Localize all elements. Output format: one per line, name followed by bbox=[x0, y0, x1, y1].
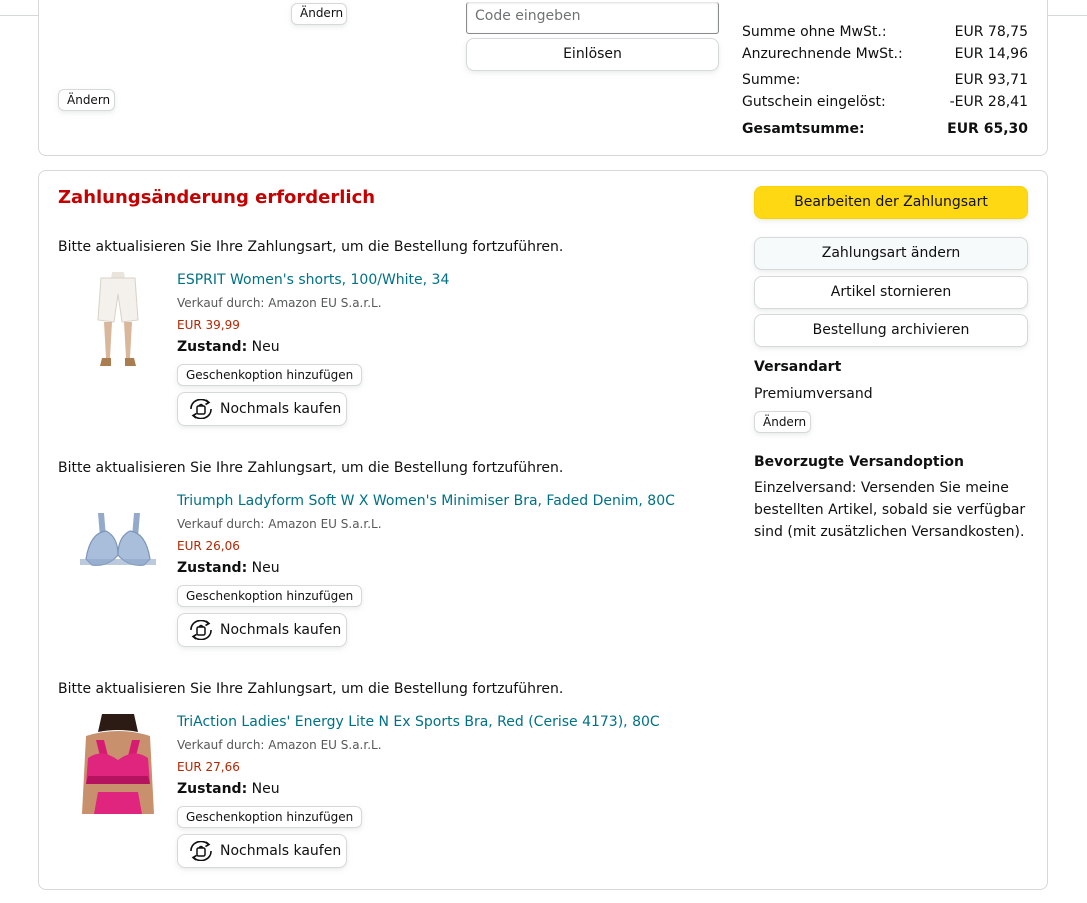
buy-again-label: Nochmals kaufen bbox=[220, 622, 342, 638]
summary-label: Anzurechnende MwSt.: bbox=[742, 46, 903, 62]
product-title-link[interactable]: ESPRIT Women's shorts, 100/White, 34 bbox=[177, 272, 449, 288]
prior-change-button[interactable]: Ändern bbox=[291, 3, 347, 25]
condition: Zustand: Neu bbox=[177, 781, 280, 797]
condition-value: Neu bbox=[251, 339, 280, 355]
summary-row-voucher: Gutschein eingelöst: -EUR 28,41 bbox=[742, 94, 1028, 110]
summary-row-net: Summe ohne MwSt.: EUR 78,75 bbox=[742, 24, 1028, 40]
shorts-product-image[interactable] bbox=[68, 272, 168, 372]
shipping-method-value: Premiumversand bbox=[754, 386, 873, 402]
summary-value: -EUR 28,41 bbox=[949, 94, 1028, 110]
buy-again-label: Nochmals kaufen bbox=[220, 401, 342, 417]
summary-value: EUR 78,75 bbox=[954, 24, 1028, 40]
edit-payment-method-button[interactable]: Bearbeiten der Zahlungsart bbox=[754, 186, 1028, 219]
seller-text: Verkauf durch: Amazon EU S.a.r.L. bbox=[177, 296, 382, 310]
order-item: Triumph Ladyform Soft W X Women's Minimi… bbox=[58, 493, 698, 663]
buy-again-button[interactable]: Nochmals kaufen bbox=[177, 392, 347, 426]
preferred-shipping-text-line: sind (mit zusätzlichen Versandkosten). bbox=[754, 524, 1025, 540]
coupon-code-input[interactable]: Code eingeben bbox=[466, 2, 719, 34]
add-gift-option-button[interactable]: Geschenkoption hinzufügen bbox=[177, 364, 363, 386]
preferred-shipping-text-line: bestellten Artikel, sobald sie verfügbar bbox=[754, 502, 1026, 518]
archive-order-button[interactable]: Bestellung archivieren bbox=[754, 314, 1028, 347]
condition: Zustand: Neu bbox=[177, 560, 280, 576]
summary-label: Summe ohne MwSt.: bbox=[742, 24, 887, 40]
condition-label: Zustand: bbox=[177, 560, 248, 576]
summary-value: EUR 14,96 bbox=[954, 46, 1028, 62]
buy-again-button[interactable]: Nochmals kaufen bbox=[177, 613, 347, 647]
summary-row-total: Gesamtsumme: EUR 65,30 bbox=[742, 121, 1028, 137]
buy-again-icon bbox=[190, 841, 212, 861]
condition-value: Neu bbox=[251, 781, 280, 797]
product-price: EUR 27,66 bbox=[177, 760, 240, 774]
shipping-change-button[interactable]: Ändern bbox=[754, 411, 811, 433]
payment-notice: Bitte aktualisieren Sie Ihre Zahlungsart… bbox=[58, 681, 564, 697]
redeem-button[interactable]: Einlösen bbox=[466, 38, 719, 71]
summary-total-label: Gesamtsumme: bbox=[742, 121, 865, 137]
add-gift-option-button[interactable]: Geschenkoption hinzufügen bbox=[177, 806, 363, 828]
buy-again-icon bbox=[190, 620, 212, 640]
condition-label: Zustand: bbox=[177, 781, 248, 797]
condition-value: Neu bbox=[251, 560, 280, 576]
shipping-method-heading: Versandart bbox=[754, 359, 842, 375]
seller-text: Verkauf durch: Amazon EU S.a.r.L. bbox=[177, 738, 382, 752]
summary-total-value: EUR 65,30 bbox=[947, 121, 1028, 137]
summary-label: Summe: bbox=[742, 72, 801, 88]
preferred-shipping-heading: Bevorzugte Versandoption bbox=[754, 454, 964, 470]
sports-bra-product-image[interactable] bbox=[68, 714, 168, 814]
seller-text: Verkauf durch: Amazon EU S.a.r.L. bbox=[177, 517, 382, 531]
payment-change-heading: Zahlungsänderung erforderlich bbox=[58, 187, 376, 208]
order-item: TriAction Ladies' Energy Lite N Ex Sport… bbox=[58, 714, 698, 884]
product-price: EUR 26,06 bbox=[177, 539, 240, 553]
product-price: EUR 39,99 bbox=[177, 318, 240, 332]
buy-again-label: Nochmals kaufen bbox=[220, 843, 342, 859]
summary-label: Gutschein eingelöst: bbox=[742, 94, 886, 110]
bra-product-image[interactable] bbox=[68, 493, 168, 593]
buy-again-icon bbox=[190, 399, 212, 419]
order-item: ESPRIT Women's shorts, 100/White, 34 Ver… bbox=[58, 272, 698, 442]
change-payment-method-button[interactable]: Zahlungsart ändern bbox=[754, 237, 1028, 270]
change-button[interactable]: Ändern bbox=[58, 89, 115, 111]
payment-notice: Bitte aktualisieren Sie Ihre Zahlungsart… bbox=[58, 239, 564, 255]
summary-row-sum: Summe: EUR 93,71 bbox=[742, 72, 1028, 88]
buy-again-button[interactable]: Nochmals kaufen bbox=[177, 834, 347, 868]
product-title-link[interactable]: TriAction Ladies' Energy Lite N Ex Sport… bbox=[177, 714, 660, 730]
cancel-items-button[interactable]: Artikel stornieren bbox=[754, 276, 1028, 309]
condition: Zustand: Neu bbox=[177, 339, 280, 355]
summary-value: EUR 93,71 bbox=[954, 72, 1028, 88]
add-gift-option-button[interactable]: Geschenkoption hinzufügen bbox=[177, 585, 363, 607]
summary-row-vat: Anzurechnende MwSt.: EUR 14,96 bbox=[742, 46, 1028, 62]
preferred-shipping-text-line: Einzelversand: Versenden Sie meine bbox=[754, 480, 1009, 496]
condition-label: Zustand: bbox=[177, 339, 248, 355]
product-title-link[interactable]: Triumph Ladyform Soft W X Women's Minimi… bbox=[177, 493, 675, 509]
payment-notice: Bitte aktualisieren Sie Ihre Zahlungsart… bbox=[58, 460, 564, 476]
